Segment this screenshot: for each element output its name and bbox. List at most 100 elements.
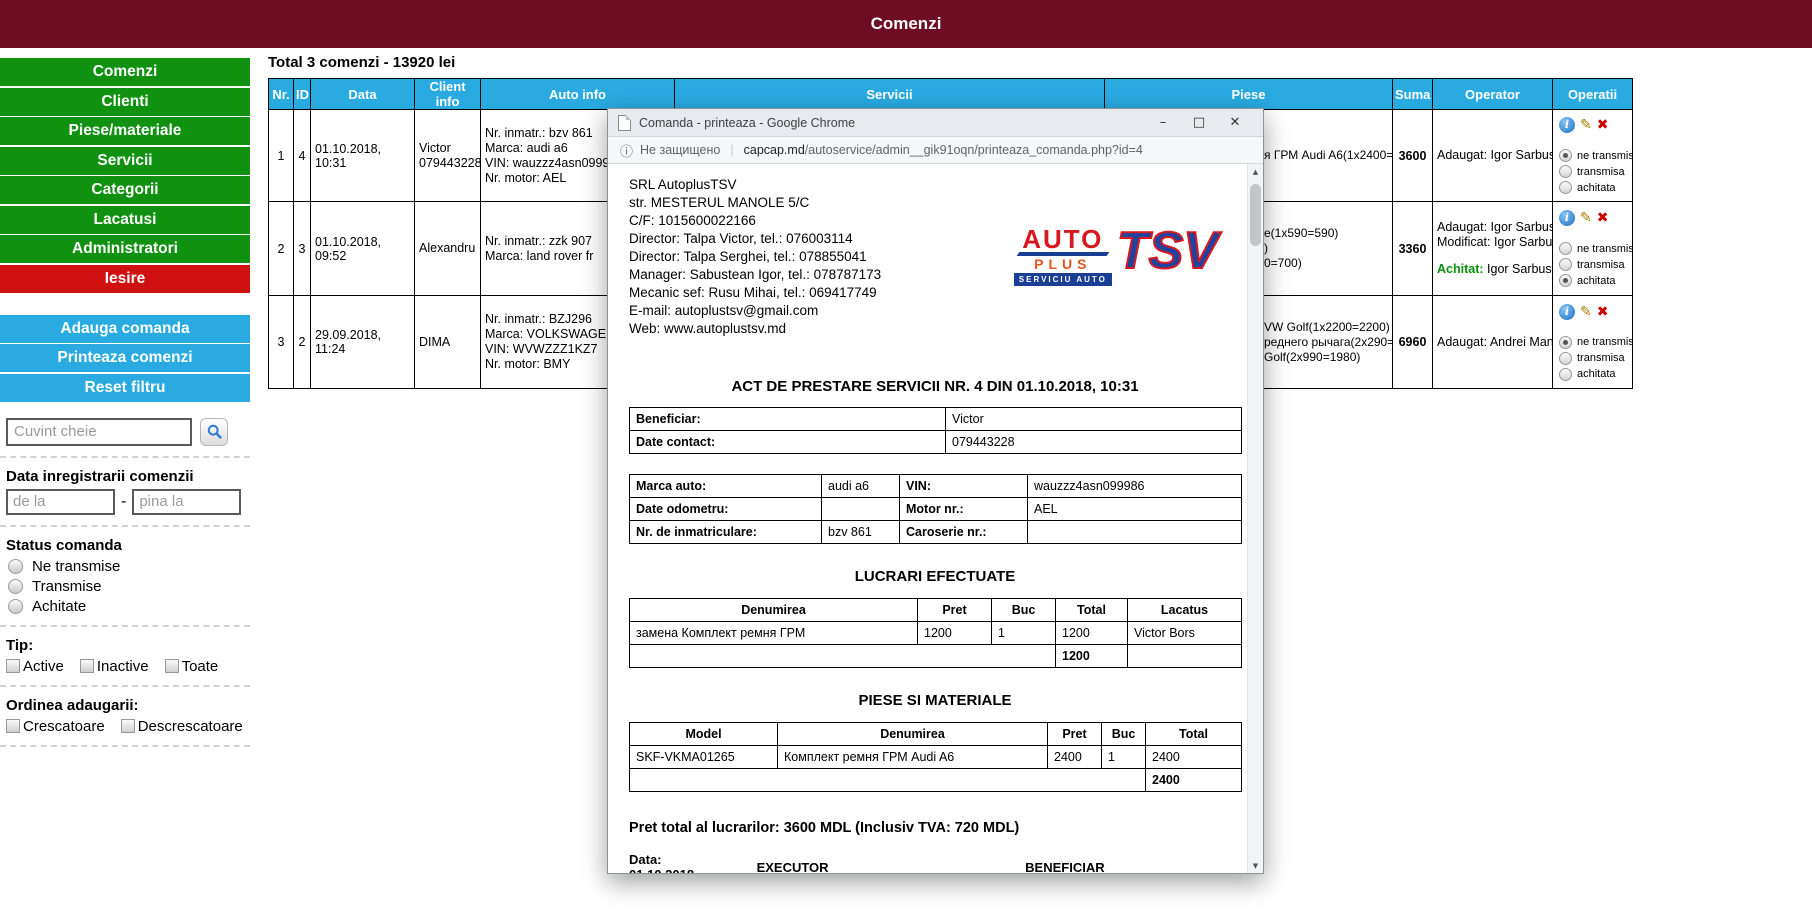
maximize-button[interactable]: □ [1181,115,1217,130]
search-input[interactable] [6,418,192,446]
radio-transmisa[interactable] [1559,258,1572,271]
logo-swoosh [1016,252,1109,256]
radio-label: ne transmisa [1577,243,1633,255]
close-button[interactable]: ✕ [1217,115,1253,130]
cell-suma: 6960 [1393,296,1433,389]
beneficiar-table: Beneficiar: Victor Date contact: 0794432… [629,407,1242,454]
page-title: Comenzi [871,14,942,33]
url-domain: capcap.md [744,143,805,157]
divider [0,525,250,527]
beneficiar-signature-line: ___________________ [1111,860,1248,874]
col-data: Data [311,79,415,110]
checkbox-active[interactable] [6,659,20,673]
scroll-down-icon[interactable]: ▼ [1248,858,1263,873]
orders-total: Total 3 comenzi - 13920 lei [268,54,1632,71]
logo-plus-text: PLUS [1034,257,1091,271]
delete-icon[interactable]: ✖ [1597,210,1609,226]
status-option-transmise: Transmise [8,578,242,595]
radio-ne-transmisa[interactable] [1559,242,1572,255]
lucrari-total: 1200 [1056,645,1128,668]
info-icon[interactable]: i [1559,117,1575,133]
radio-achitata[interactable] [1559,368,1572,381]
radio-achitata[interactable] [1559,274,1572,287]
radio-ne-transmise[interactable] [8,559,23,574]
date-filter-label: Data inregistrarii comenzii [6,468,244,485]
achitat-label: Achitat: [1437,262,1484,276]
date-to-input[interactable] [132,489,241,515]
lucrari-table: Denumirea Pret Buc Total Lacatus замена … [629,598,1242,668]
cell-client: Alexandru [415,202,481,296]
checkbox-descrescatoare[interactable] [121,719,135,733]
col-id: ID [294,79,311,110]
cell-date: 29.09.2018, 11:24 [311,296,415,389]
search-button[interactable] [200,418,228,446]
info-icon[interactable]: i [1559,210,1575,226]
sidebar-item-clienti[interactable]: Clienti [0,88,250,116]
popup-title-bar[interactable]: Comanda - printeaza - Google Chrome – □ … [608,109,1263,137]
col-operator: Operator [1433,79,1553,110]
radio-ne-transmisa[interactable] [1559,336,1572,349]
col-client: Client info [415,79,481,110]
edit-icon[interactable]: ✎ [1580,210,1592,226]
cell-date: 01.10.2018, 09:52 [311,202,415,296]
radio-transmisa[interactable] [1559,165,1572,178]
cell-suma: 3600 [1393,110,1433,202]
radio-ne-transmisa[interactable] [1559,149,1572,162]
radio-label: ne transmisa [1577,336,1633,348]
info-icon[interactable]: i [1559,304,1575,320]
date-from-input[interactable] [6,489,115,515]
radio-achitate[interactable] [8,599,23,614]
checkbox-crescatoare[interactable] [6,719,20,733]
piese-total: 2400 [1146,769,1242,792]
sidebar-item-comenzi[interactable]: Comenzi [0,58,250,86]
popup-scrollbar[interactable]: ▲ ▼ [1247,164,1263,873]
scrollbar-thumb[interactable] [1250,184,1261,246]
executor-label: EXECUTOR [757,860,829,874]
beneficiar-label: BENEFICIAR [1025,860,1104,874]
sidebar-item-iesire[interactable]: Iesire [0,265,250,293]
checkbox-inactive[interactable] [80,659,94,673]
col-suma: Suma [1393,79,1433,110]
sidebar-item-lacatusi[interactable]: Lacatusi [0,206,250,234]
radio-achitata[interactable] [1559,181,1572,194]
app-root: Comenzi Comenzi Clienti Piese/materiale … [0,0,1812,917]
status-filter-label: Status comanda [6,537,244,554]
not-secure-icon: ⓘ [620,141,633,160]
order-options-row: Crescatoare Descrescatoare [6,718,244,735]
add-order-button[interactable]: Adauga comanda [0,315,250,343]
top-header-bar: Comenzi [0,0,1812,48]
piese-table: Model Denumirea Pret Buc Total SKF-VKMA0… [629,722,1242,792]
cell-operatii: i ✎ ✖ ne transmisa transmisa achitata [1553,202,1633,296]
minimize-button[interactable]: – [1145,115,1181,130]
delete-icon[interactable]: ✖ [1597,117,1609,133]
cell-id: 2 [294,296,311,389]
col-auto: Auto info [481,79,675,110]
scroll-up-icon[interactable]: ▲ [1248,164,1263,179]
print-orders-button[interactable]: Printeaza comenzi [0,344,250,372]
popup-document: SRL AutoplusTSV str. MESTERUL MANOLE 5/C… [608,164,1248,873]
edit-icon[interactable]: ✎ [1580,117,1592,133]
delete-icon[interactable]: ✖ [1597,304,1609,320]
edit-icon[interactable]: ✎ [1580,304,1592,320]
footer-date: Data: 01.10.2018 [629,852,709,873]
divider [0,625,250,627]
act-title: ACT DE PRESTARE SERVICII NR. 4 DIN 01.10… [629,378,1241,395]
checkbox-label: Inactive [97,658,149,675]
reset-filter-button[interactable]: Reset filtru [0,374,250,402]
cell-client: DIMA [415,296,481,389]
radio-transmise[interactable] [8,579,23,594]
sidebar-item-piese-materiale[interactable]: Piese/materiale [0,117,250,145]
sidebar-item-categorii[interactable]: Categorii [0,176,250,204]
checkbox-toate[interactable] [165,659,179,673]
sidebar-item-servicii[interactable]: Servicii [0,147,250,175]
col-piese: Piese [1105,79,1393,110]
radio-label: transmisa [1577,166,1625,178]
radio-transmisa[interactable] [1559,352,1572,365]
checkbox-label: Crescatoare [23,718,105,735]
radio-label: Ne transmise [32,558,120,575]
document-icon [618,115,631,131]
date-range-separator: - [121,493,126,511]
piese-title: PIESE SI MATERIALE [629,692,1241,709]
sidebar-item-administratori[interactable]: Administratori [0,235,250,263]
popup-url-bar: ⓘ Не защищено | capcap.md/autoservice/ad… [608,137,1263,164]
